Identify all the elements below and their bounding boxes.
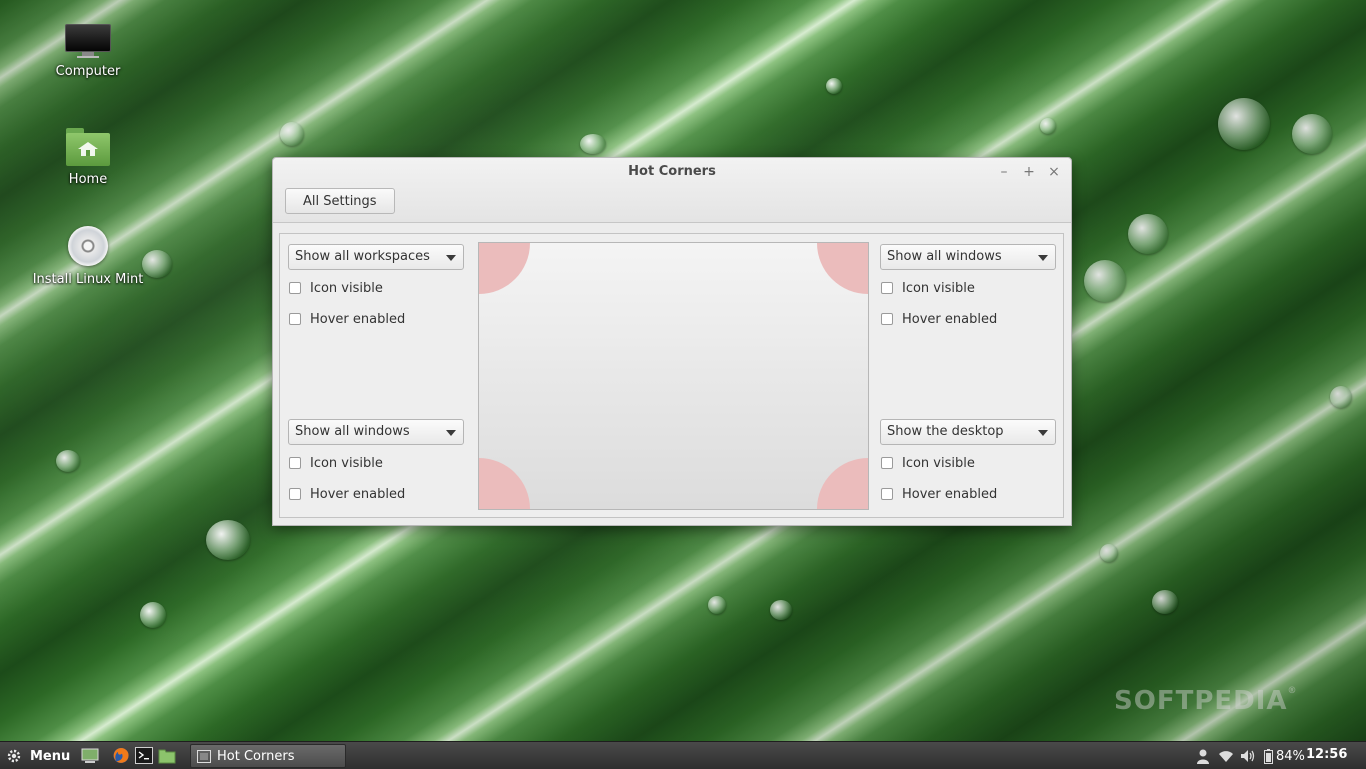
battery-icon[interactable] (1264, 748, 1273, 764)
home-folder-icon (66, 128, 110, 166)
battery-percentage: 84% (1276, 748, 1305, 764)
desktop-icon-label: Home (68, 172, 108, 187)
menu-label: Menu (30, 748, 71, 764)
top-left-corner-highlight (479, 243, 530, 294)
checkbox-box[interactable] (881, 313, 893, 325)
checkbox-label: Hover enabled (902, 311, 998, 327)
water-drop (1292, 114, 1332, 154)
screen-preview (478, 242, 869, 510)
taskbar-window-button[interactable]: Hot Corners (190, 744, 346, 768)
bottom-left-icon-visible-checkbox[interactable]: Icon visible (289, 454, 383, 472)
water-drop (1330, 386, 1352, 408)
checkbox-label: Icon visible (310, 455, 383, 471)
water-drop (826, 78, 842, 94)
chevron-down-icon (446, 255, 456, 261)
water-drop (140, 602, 166, 628)
dropdown-value: Show the desktop (887, 424, 1004, 439)
checkbox-label: Icon visible (902, 455, 975, 471)
top-left-hover-enabled-checkbox[interactable]: Hover enabled (289, 310, 405, 328)
water-drop (1040, 118, 1056, 134)
water-drop (206, 520, 250, 560)
bottom-left-hover-enabled-checkbox[interactable]: Hover enabled (289, 485, 405, 503)
checkbox-label: Hover enabled (310, 486, 406, 502)
cd-disc-icon (68, 226, 108, 266)
bottom-left-action-dropdown[interactable]: Show all windows (288, 419, 464, 445)
checkbox-box[interactable] (881, 457, 893, 469)
volume-icon[interactable] (1240, 749, 1256, 763)
top-right-hover-enabled-checkbox[interactable]: Hover enabled (881, 310, 997, 328)
computer-monitor-icon (65, 24, 111, 58)
chevron-down-icon (1038, 430, 1048, 436)
top-right-icon-visible-checkbox[interactable]: Icon visible (881, 279, 975, 297)
checkbox-box[interactable] (881, 282, 893, 294)
checkbox-box[interactable] (289, 313, 301, 325)
chevron-down-icon (446, 430, 456, 436)
top-right-action-dropdown[interactable]: Show all windows (880, 244, 1056, 270)
water-drop (580, 134, 606, 154)
chevron-down-icon (1038, 255, 1048, 261)
bottom-panel: Menu Hot Corners 84% 12:56 (0, 741, 1366, 769)
water-drop (708, 596, 726, 614)
settings-window-icon (197, 749, 211, 763)
bottom-left-corner-highlight (479, 458, 530, 509)
maximize-button[interactable]: + (1020, 163, 1038, 181)
checkbox-box[interactable] (289, 488, 301, 500)
water-drop (56, 450, 80, 472)
top-right-corner-highlight (817, 243, 868, 294)
show-desktop-icon[interactable] (81, 747, 99, 764)
softpedia-watermark: SOFTPEDIA® (1114, 686, 1298, 716)
clock[interactable]: 12:56 (1306, 747, 1347, 762)
water-drop (280, 122, 304, 146)
desktop-icon-install-linux-mint[interactable]: Install Linux Mint (28, 226, 148, 287)
checkbox-box[interactable] (881, 488, 893, 500)
water-drop (1128, 214, 1168, 254)
dropdown-value: Show all windows (295, 424, 410, 439)
checkbox-label: Hover enabled (310, 311, 406, 327)
close-button[interactable]: × (1045, 163, 1063, 181)
checkbox-box[interactable] (289, 282, 301, 294)
checkbox-box[interactable] (289, 457, 301, 469)
terminal-icon[interactable] (135, 747, 153, 764)
water-drop (1152, 590, 1178, 614)
hot-corners-panel: Show all workspaces Icon visible Hover e… (279, 233, 1064, 518)
system-tray: 84% (1196, 746, 1305, 766)
desktop-icon-label: Computer (55, 64, 121, 79)
bottom-right-icon-visible-checkbox[interactable]: Icon visible (881, 454, 975, 472)
desktop-icon-computer[interactable]: Computer (28, 24, 148, 79)
hot-corners-window: Hot Corners – + × All Settings Show all … (272, 157, 1072, 526)
menu-button[interactable]: Menu (6, 746, 70, 766)
water-drop (1218, 98, 1270, 150)
top-left-action-dropdown[interactable]: Show all workspaces (288, 244, 464, 270)
dropdown-value: Show all workspaces (295, 249, 430, 264)
checkbox-label: Icon visible (902, 280, 975, 296)
top-left-icon-visible-checkbox[interactable]: Icon visible (289, 279, 383, 297)
minimize-button[interactable]: – (995, 163, 1013, 181)
water-drop (770, 600, 792, 620)
water-drop (1100, 544, 1118, 562)
water-drop (1084, 260, 1126, 302)
desktop-icon-home[interactable]: Home (28, 128, 148, 187)
desktop-icon-label: Install Linux Mint (32, 272, 144, 287)
user-icon[interactable] (1196, 748, 1210, 764)
bottom-right-hover-enabled-checkbox[interactable]: Hover enabled (881, 485, 997, 503)
dropdown-value: Show all windows (887, 249, 1002, 264)
all-settings-button[interactable]: All Settings (285, 188, 395, 214)
checkbox-label: Hover enabled (902, 486, 998, 502)
bottom-right-corner-highlight (817, 458, 868, 509)
wifi-icon[interactable] (1218, 749, 1234, 763)
checkbox-label: Icon visible (310, 280, 383, 296)
menu-gear-icon (7, 749, 21, 763)
window-title: Hot Corners (628, 164, 716, 179)
firefox-icon[interactable] (112, 747, 130, 764)
taskbar-window-label: Hot Corners (217, 748, 295, 764)
window-titlebar[interactable]: Hot Corners – + × All Settings (273, 158, 1071, 223)
bottom-right-action-dropdown[interactable]: Show the desktop (880, 419, 1056, 445)
files-folder-icon[interactable] (158, 747, 176, 764)
